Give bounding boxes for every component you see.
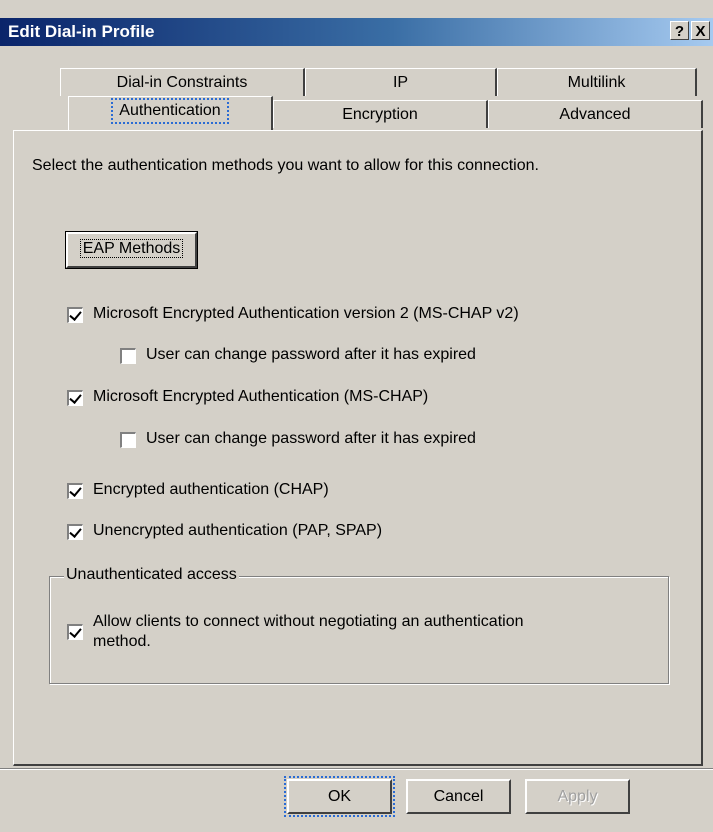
group-legend: Unauthenticated access	[64, 566, 239, 584]
checkbox[interactable]	[67, 307, 83, 323]
option-label-line1: Allow clients to connect without negotia…	[93, 613, 524, 630]
checkbox[interactable]	[67, 483, 83, 499]
tab-authentication[interactable]: Authentication	[68, 96, 273, 130]
window-title: Edit Dial-in Profile	[8, 22, 155, 41]
ok-button[interactable]: OK	[284, 776, 395, 817]
checkbox[interactable]	[67, 524, 83, 540]
tab-ip[interactable]: IP	[305, 68, 497, 96]
option-label: Microsoft Encrypted Authentication (MS-C…	[93, 388, 429, 405]
tab-label: Authentication	[111, 98, 229, 124]
help-button[interactable]: ?	[670, 21, 689, 40]
option-label: Allow clients to connect without negotia…	[93, 612, 524, 652]
tab-encryption[interactable]: Encryption	[273, 100, 488, 128]
description-text: Select the authentication methods you wa…	[32, 157, 539, 174]
tab-label: Encryption	[342, 106, 418, 123]
option-mschap[interactable]: Microsoft Encrypted Authentication (MS-C…	[67, 388, 428, 406]
option-label: Encrypted authentication (CHAP)	[93, 481, 329, 498]
eap-methods-button[interactable]: EAP Methods	[65, 231, 198, 269]
button-label: EAP Methods	[79, 239, 184, 258]
dialog-window: Edit Dial-in Profile ? X Dial-in Constra…	[0, 0, 713, 832]
option-label: User can change password after it has ex…	[146, 430, 476, 447]
tab-advanced[interactable]: Advanced	[488, 100, 703, 128]
option-mschap-change-password[interactable]: User can change password after it has ex…	[120, 430, 476, 448]
option-label: Unencrypted authentication (PAP, SPAP)	[93, 522, 383, 539]
close-button[interactable]: X	[691, 21, 710, 40]
option-pap-spap[interactable]: Unencrypted authentication (PAP, SPAP)	[67, 522, 382, 540]
option-mschap-v2[interactable]: Microsoft Encrypted Authentication versi…	[67, 305, 519, 323]
tab-label: Dial-in Constraints	[116, 74, 248, 91]
option-label-line2: method.	[93, 633, 151, 650]
checkbox[interactable]	[67, 624, 83, 640]
option-chap[interactable]: Encrypted authentication (CHAP)	[67, 481, 329, 499]
apply-button[interactable]: Apply	[525, 779, 630, 814]
tab-dial-in-constraints[interactable]: Dial-in Constraints	[60, 68, 305, 96]
tab-label: Advanced	[559, 106, 631, 123]
option-label: User can change password after it has ex…	[146, 346, 476, 363]
checkbox[interactable]	[120, 432, 136, 448]
tab-label: Multilink	[567, 74, 626, 91]
title-bar[interactable]: Edit Dial-in Profile ? X	[0, 18, 713, 46]
checkbox[interactable]	[67, 390, 83, 406]
tab-label: IP	[392, 74, 409, 91]
separator	[0, 768, 713, 770]
option-label: Microsoft Encrypted Authentication versi…	[93, 305, 519, 322]
checkbox[interactable]	[120, 348, 136, 364]
tab-multilink[interactable]: Multilink	[497, 68, 697, 96]
option-allow-unauthenticated[interactable]: Allow clients to connect without negotia…	[67, 612, 524, 652]
cancel-button[interactable]: Cancel	[406, 779, 511, 814]
option-mschap-v2-change-password[interactable]: User can change password after it has ex…	[120, 346, 476, 364]
